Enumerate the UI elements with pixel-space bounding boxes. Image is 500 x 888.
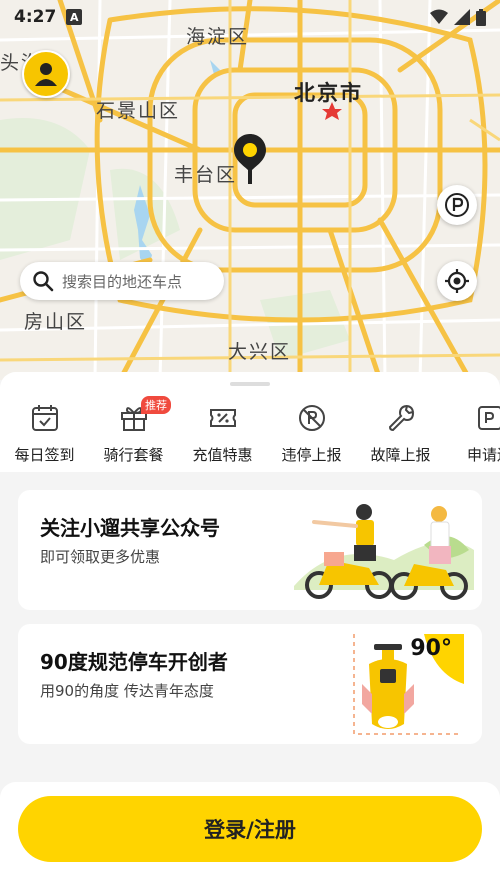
parking-icon xyxy=(445,193,469,217)
status-time: 4:27 xyxy=(14,7,57,27)
card-subtitle: 用90的角度 传达青年态度 xyxy=(40,682,214,700)
card-subtitle: 即可领取更多优惠 xyxy=(40,548,161,566)
service-report-parking[interactable]: 违停上报 xyxy=(267,402,356,465)
service-recharge-deals[interactable]: 充值特惠 xyxy=(178,402,267,465)
location-pin-icon xyxy=(232,132,268,190)
promo-card-follow-account[interactable]: 关注小遛共享公众号 即可领取更多优惠 xyxy=(18,490,482,610)
scooter-riders-illustration xyxy=(294,504,474,600)
map-label-beijing: 北京市 xyxy=(294,81,363,105)
search-icon xyxy=(33,271,54,292)
map-label-fangshan: 房山区 xyxy=(24,311,88,333)
promo-card-90-degree-parking[interactable]: 90度规范停车开创者 用90的角度 传达青年态度 90° xyxy=(18,624,482,744)
service-label: 每日签到 xyxy=(14,446,75,464)
map-label-daxing: 大兴区 xyxy=(228,341,292,363)
apply-icon xyxy=(474,402,500,434)
recommend-badge: 推荐 xyxy=(141,396,171,414)
notification-icon: A xyxy=(66,9,83,25)
discount-ticket-icon xyxy=(207,402,239,434)
service-apply-return[interactable]: 申请还 xyxy=(445,402,500,465)
battery-icon xyxy=(476,8,486,26)
locate-me-button[interactable] xyxy=(437,261,477,301)
wrench-icon xyxy=(385,402,417,434)
login-register-button[interactable]: 登录/注册 xyxy=(18,796,482,862)
drag-handle[interactable] xyxy=(230,382,270,386)
map-label-fengtai: 丰台区 xyxy=(174,164,238,186)
parking-button[interactable] xyxy=(437,185,477,225)
ninety-degree-badge: 90° xyxy=(410,636,452,661)
status-bar: 4:27 A xyxy=(0,0,500,34)
wifi-icon xyxy=(430,9,448,24)
service-daily-checkin[interactable]: 每日签到 xyxy=(0,402,89,465)
service-label: 故障上报 xyxy=(370,446,431,464)
services-bar: 每日签到 推荐 骑行套餐 充值特惠 违停上报 故障上报 申请 xyxy=(0,372,500,472)
bottom-sheet: 每日签到 推荐 骑行套餐 充值特惠 违停上报 故障上报 申请 关注小遛共享公众号… xyxy=(0,372,500,888)
no-parking-icon xyxy=(296,402,328,434)
status-indicators xyxy=(430,8,486,26)
ninety-degree-parking-illustration xyxy=(353,634,464,735)
user-avatar[interactable] xyxy=(22,50,70,98)
crosshair-icon xyxy=(445,269,469,293)
search-input[interactable]: 搜索目的地还车点 xyxy=(20,262,224,300)
map-label-shijingshan: 石景山区 xyxy=(96,100,181,122)
service-list: 每日签到 推荐 骑行套餐 充值特惠 违停上报 故障上报 申请 xyxy=(0,396,500,465)
service-label: 违停上报 xyxy=(281,446,342,464)
calendar-check-icon xyxy=(29,402,61,434)
map-view[interactable]: 海淀区 北京市 石景山区 丰台区 房山区 大兴区 头沟 搜索目的地还车点 xyxy=(0,0,500,380)
card-title: 关注小遛共享公众号 xyxy=(40,516,220,540)
user-icon xyxy=(35,63,57,86)
login-bar: 登录/注册 xyxy=(0,782,500,888)
service-label: 申请还 xyxy=(466,446,500,464)
cellular-signal-icon xyxy=(454,9,470,25)
service-label: 骑行套餐 xyxy=(103,446,164,464)
service-ride-package[interactable]: 推荐 骑行套餐 xyxy=(89,396,178,465)
service-label: 充值特惠 xyxy=(192,446,253,464)
card-title: 90度规范停车开创者 xyxy=(40,650,228,674)
service-report-fault[interactable]: 故障上报 xyxy=(356,402,445,465)
search-placeholder: 搜索目的地还车点 xyxy=(62,272,183,291)
